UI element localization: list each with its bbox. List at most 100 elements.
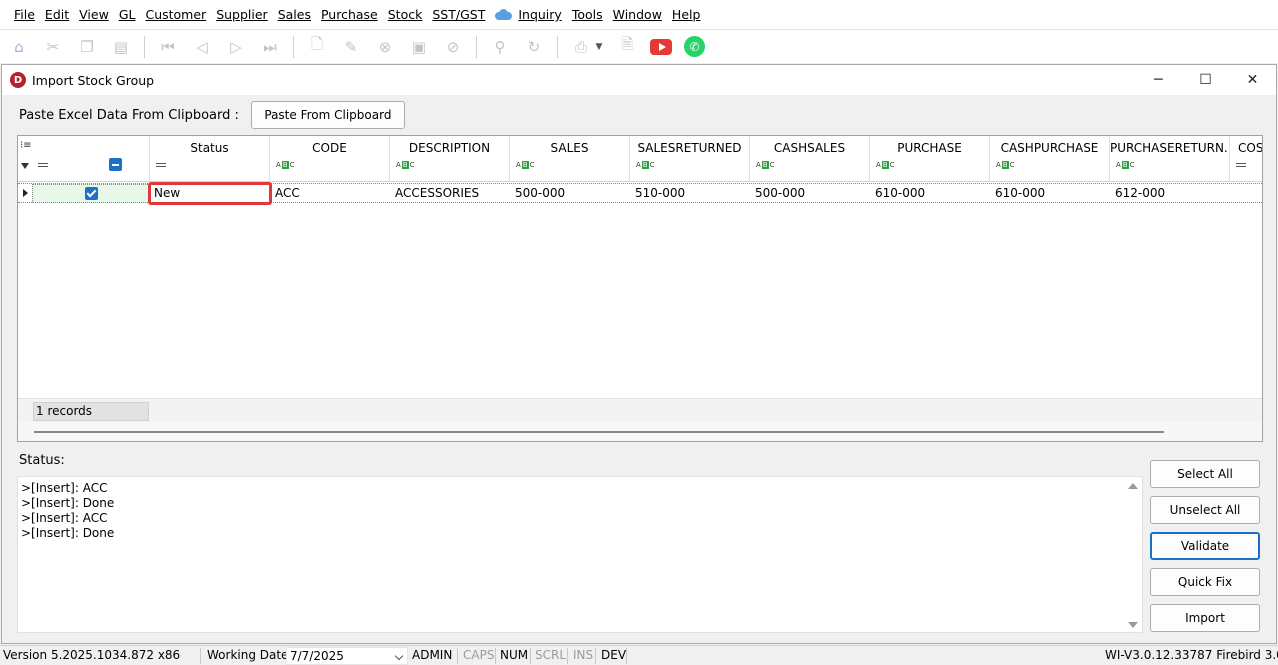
ins-indicator: INS	[573, 648, 594, 662]
window-title-bar: D Import Stock Group ─ ☐ ✕	[2, 65, 1276, 95]
minimize-icon[interactable]: ─	[1135, 65, 1182, 95]
record-count: 1 records	[33, 402, 149, 421]
row-sales[interactable]: 500-000	[512, 184, 565, 203]
paste-from-clipboard-button[interactable]: Paste From Clipboard	[250, 101, 405, 129]
abc-filter-icon[interactable]: ABC	[636, 160, 655, 170]
row-select-cell[interactable]	[32, 184, 150, 203]
row-indicator-icon	[23, 189, 28, 197]
new-icon[interactable]: 🗋	[306, 35, 328, 58]
header-sales[interactable]: SALES ABC	[510, 136, 630, 182]
menu-customer[interactable]: Customer	[140, 0, 211, 29]
menu-file[interactable]: File	[9, 0, 40, 29]
first-record-icon[interactable]: ⏮	[157, 36, 179, 58]
next-record-icon[interactable]: ▷	[225, 36, 247, 58]
search-icon[interactable]: ⚲	[489, 36, 511, 58]
table-row[interactable]: New ACC ACCESSORIES 500-000 510-000 500-…	[18, 182, 1262, 205]
status-log[interactable]: >[Insert]: ACC >[Insert]: Done >[Insert]…	[17, 476, 1143, 633]
delete-icon[interactable]: ⊗	[374, 36, 396, 58]
menu-gl[interactable]: GL	[114, 0, 141, 29]
menu-tools[interactable]: Tools	[567, 0, 608, 29]
last-record-icon[interactable]: ⏭	[259, 36, 281, 58]
chevron-down-icon[interactable]	[394, 651, 404, 661]
header-description[interactable]: DESCRIPTION ABC	[390, 136, 510, 182]
cancel-icon[interactable]: ⊘	[442, 36, 464, 58]
maximize-icon[interactable]: ☐	[1182, 65, 1229, 95]
menu-edit[interactable]: Edit	[40, 0, 74, 29]
preview-icon[interactable]: 🗎	[616, 35, 638, 58]
print-dropdown-icon[interactable]: ▼	[594, 36, 604, 58]
row-cashpurchase[interactable]: 610-000	[992, 184, 1045, 203]
abc-filter-icon[interactable]: ABC	[396, 160, 415, 170]
toolbar: ⌂ ✂ ❐ ▤ ⏮ ◁ ▷ ⏭ 🗋 ✎ ⊗ ▣ ⊘ ⚲ ↻ ⎙ ▼ 🗎 ✆	[0, 29, 1278, 63]
menu-sales[interactable]: Sales	[273, 0, 316, 29]
abc-filter-icon[interactable]: ABC	[276, 160, 295, 170]
close-icon[interactable]: ✕	[1229, 65, 1276, 95]
header-select[interactable]	[32, 136, 150, 182]
abc-filter-icon[interactable]: ABC	[756, 160, 775, 170]
abc-filter-icon[interactable]: ABC	[996, 160, 1015, 170]
edit-icon[interactable]: ✎	[340, 36, 362, 58]
scroll-up-icon[interactable]	[1128, 483, 1138, 489]
save-icon[interactable]: ▣	[408, 36, 430, 58]
menu-window[interactable]: Window	[608, 0, 667, 29]
quick-fix-button[interactable]: Quick Fix	[1150, 568, 1260, 596]
abc-filter-icon[interactable]: ABC	[516, 160, 535, 170]
header-code[interactable]: CODE ABC	[270, 136, 390, 182]
select-all-button[interactable]: Select All	[1150, 460, 1260, 488]
header-cos[interactable]: COS	[1230, 136, 1262, 182]
scrollbar-thumb[interactable]	[34, 431, 1164, 433]
row-checkbox[interactable]	[85, 187, 98, 200]
import-grid: ⁝≡ Status CODE ABC DESCRIPTION ABC SALES…	[17, 135, 1263, 442]
row-purchasereturn[interactable]: 612-000	[1112, 184, 1165, 203]
home-icon[interactable]: ⌂	[8, 36, 30, 58]
copy-icon[interactable]: ❐	[76, 36, 98, 58]
refresh-icon[interactable]: ↻	[523, 36, 545, 58]
toolbar-separator	[144, 35, 145, 58]
filter-operator-icon[interactable]	[38, 160, 48, 170]
row-description[interactable]: ACCESSORIES	[392, 184, 479, 203]
working-date-picker[interactable]: 7/7/2025	[286, 647, 408, 665]
filter-operator-icon[interactable]	[1236, 160, 1246, 170]
header-purchasereturn[interactable]: PURCHASERETURN... ABC	[1110, 136, 1230, 182]
cut-icon[interactable]: ✂	[42, 36, 64, 58]
filter-operator-icon[interactable]	[156, 160, 166, 170]
header-status[interactable]: Status	[150, 136, 270, 182]
statusbar-separator	[530, 648, 531, 664]
prev-record-icon[interactable]: ◁	[191, 36, 213, 58]
youtube-icon[interactable]	[650, 38, 672, 55]
row-cashsales[interactable]: 500-000	[752, 184, 805, 203]
menu-stock[interactable]: Stock	[383, 0, 428, 29]
filter-icon[interactable]	[21, 163, 29, 169]
menu-view[interactable]: View	[74, 0, 114, 29]
print-icon[interactable]: ⎙	[570, 36, 592, 58]
abc-filter-icon[interactable]: ABC	[1116, 160, 1135, 170]
row-code[interactable]: ACC	[272, 184, 300, 203]
header-cashsales[interactable]: CASHSALES ABC	[750, 136, 870, 182]
import-button[interactable]: Import	[1150, 604, 1260, 632]
paste-row: Paste Excel Data From Clipboard : Paste …	[19, 101, 405, 129]
row-purchase[interactable]: 610-000	[872, 184, 925, 203]
unselect-all-button[interactable]: Unselect All	[1150, 496, 1260, 524]
row-status[interactable]: New	[148, 182, 272, 205]
grid-header: ⁝≡ Status CODE ABC DESCRIPTION ABC SALES…	[18, 136, 1262, 182]
whatsapp-icon[interactable]: ✆	[684, 36, 705, 57]
scroll-down-icon[interactable]	[1128, 622, 1138, 628]
validate-button[interactable]: Validate	[1150, 532, 1260, 560]
abc-filter-icon[interactable]: ABC	[876, 160, 895, 170]
header-salesreturned[interactable]: SALESRETURNED ABC	[630, 136, 750, 182]
menu-purchase[interactable]: Purchase	[316, 0, 383, 29]
select-all-checkbox[interactable]	[109, 158, 122, 171]
toolbar-separator	[476, 35, 477, 58]
menu-help[interactable]: Help	[667, 0, 706, 29]
column-chooser-icon[interactable]: ⁝≡	[20, 140, 32, 151]
header-cashpurchase[interactable]: CASHPURCHASE ABC	[990, 136, 1110, 182]
menu-sst-gst[interactable]: SST/GST	[427, 0, 490, 29]
horizontal-scrollbar[interactable]	[18, 422, 1262, 441]
row-salesreturned[interactable]: 510-000	[632, 184, 685, 203]
paste-icon[interactable]: ▤	[110, 36, 132, 58]
database-version: WI-V3.0.12.33787 Firebird 3.0	[1105, 648, 1278, 662]
menu-supplier[interactable]: Supplier	[211, 0, 273, 29]
menu-inquiry[interactable]: Inquiry	[513, 0, 566, 29]
cloud-icon[interactable]	[495, 9, 513, 20]
header-purchase[interactable]: PURCHASE ABC	[870, 136, 990, 182]
